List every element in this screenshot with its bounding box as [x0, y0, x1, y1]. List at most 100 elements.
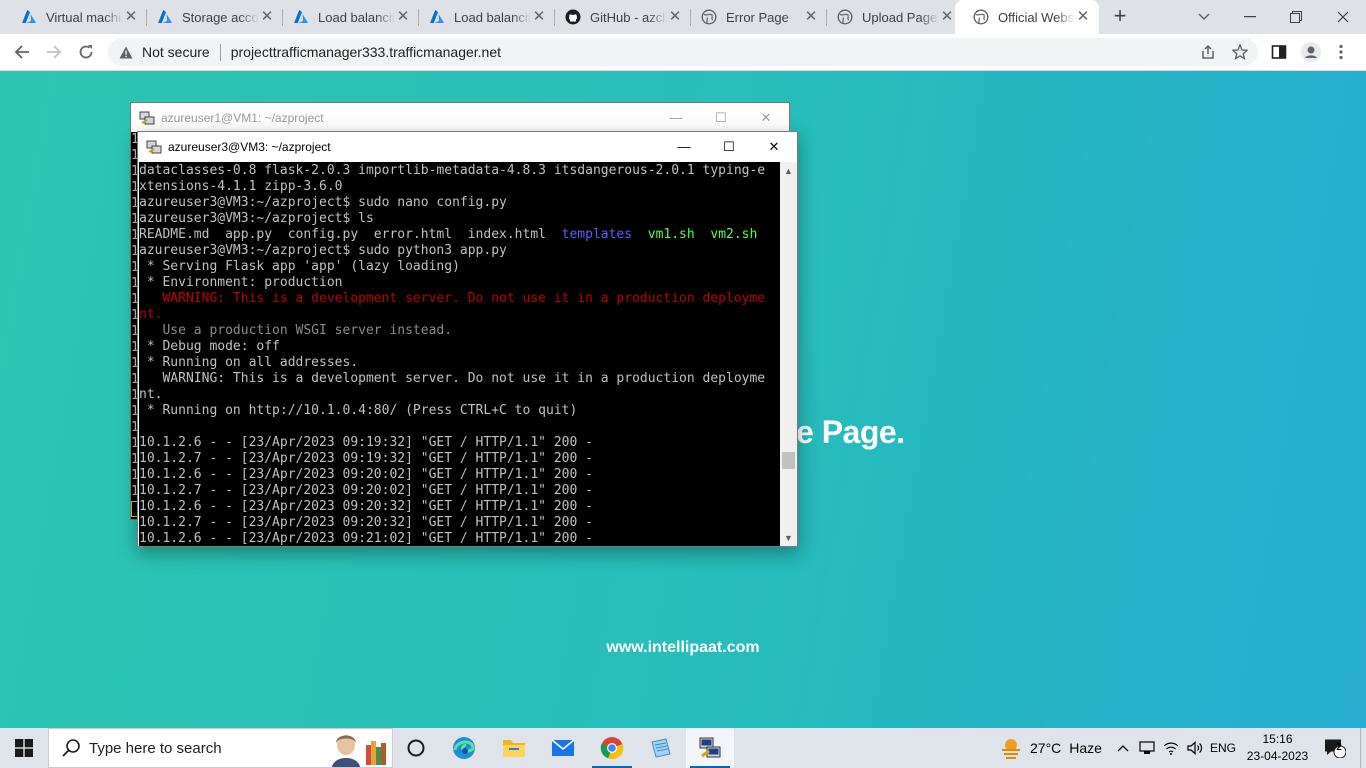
- url-text[interactable]: projecttrafficmanager333.trafficmanager.…: [231, 44, 501, 60]
- browser-tab[interactable]: Load balancing✕: [411, 0, 555, 34]
- taskbar-app-putty[interactable]: [686, 728, 734, 768]
- browser-tab[interactable]: Storage accounts✕: [139, 0, 283, 34]
- tab-title: Official Website: [998, 9, 1075, 25]
- azure-icon: [21, 9, 37, 25]
- browser-tab[interactable]: Load balancing✕: [275, 0, 419, 34]
- close-window-button[interactable]: [1320, 0, 1366, 34]
- wifi-icon[interactable]: [1160, 728, 1182, 768]
- browser-tab[interactable]: Virtual machines✕: [3, 0, 147, 34]
- clock-date: 23-04-2023: [1246, 749, 1309, 763]
- terminal-line: 10.1.2.7 - - [23/Apr/2023 09:20:02] "GET…: [139, 483, 780, 499]
- new-tab-button[interactable]: +: [1107, 4, 1133, 30]
- close-tab-icon[interactable]: ✕: [667, 9, 683, 25]
- system-clock[interactable]: 15:16 23-04-2023: [1240, 731, 1315, 765]
- weather-description: Haze: [1069, 740, 1102, 756]
- forward-button[interactable]: [40, 38, 68, 66]
- terminal-text: 10.1.2.7 - - [23/Apr/2023 09:20:02] "GET…: [139, 483, 593, 498]
- start-button[interactable]: [0, 728, 48, 768]
- tab-search-button[interactable]: [1181, 0, 1227, 34]
- close-tab-icon[interactable]: ✕: [803, 9, 819, 25]
- scrollbar-thumb[interactable]: [782, 452, 795, 470]
- browser-tab[interactable]: GitHub - azcloud✕: [547, 0, 691, 34]
- tab-title: GitHub - azcloud: [590, 9, 667, 25]
- close-tab-icon[interactable]: ✕: [259, 9, 275, 25]
- taskbar-app-task-view[interactable]: [392, 728, 440, 768]
- browser-tab[interactable]: Official Website✕: [955, 0, 1099, 34]
- scroll-down-arrow-icon[interactable]: ▼: [780, 529, 797, 546]
- minimize-button[interactable]: —: [661, 132, 707, 161]
- close-tab-icon[interactable]: ✕: [395, 9, 411, 25]
- minimize-button[interactable]: —: [653, 103, 699, 132]
- reload-button[interactable]: [72, 38, 100, 66]
- close-tab-icon[interactable]: ✕: [939, 9, 955, 25]
- notification-button[interactable]: 2: [1320, 728, 1350, 768]
- maximize-button[interactable]: ☐: [706, 132, 752, 161]
- taskbar-app-mail[interactable]: [539, 728, 587, 768]
- taskbar-app-notepad[interactable]: [637, 728, 685, 768]
- terminal-text: nt.: [139, 387, 163, 402]
- close-tab-icon[interactable]: ✕: [1075, 9, 1091, 25]
- weather-widget[interactable]: 27°C Haze: [1000, 728, 1102, 768]
- search-highlight-illustration-icon[interactable]: [326, 731, 390, 767]
- haze-icon: [1002, 739, 1020, 759]
- warning-icon[interactable]: [118, 44, 134, 60]
- terminal-line: nt.: [139, 307, 780, 323]
- scroll-up-arrow-icon[interactable]: ▲: [780, 162, 797, 179]
- network-adapter-icon[interactable]: [1136, 728, 1158, 768]
- terminal-text: 10.1.2.7 - - [23/Apr/2023 09:19:32] "GET…: [139, 451, 593, 466]
- terminal-line: * Running on all addresses.: [139, 355, 780, 371]
- close-tab-icon[interactable]: ✕: [123, 9, 139, 25]
- terminal-text: * Running on all addresses.: [139, 355, 359, 370]
- back-button[interactable]: [8, 38, 36, 66]
- azure-icon: [429, 9, 445, 25]
- taskbar-search[interactable]: Type here to search: [48, 728, 393, 768]
- terminal-text: 10.1.2.6 - - [23/Apr/2023 09:21:02] "GET…: [139, 531, 593, 546]
- profile-avatar[interactable]: [1297, 38, 1325, 66]
- footer-link[interactable]: www.intellipaat.com: [0, 639, 1366, 657]
- terminal-line: 10.1.2.6 - - [23/Apr/2023 09:21:02] "GET…: [139, 531, 780, 546]
- language-indicator[interactable]: ENG: [1208, 728, 1238, 768]
- chrome-icon: [600, 736, 624, 760]
- taskbar-app-edge[interactable]: [440, 728, 488, 768]
- show-desktop-button[interactable]: [1360, 728, 1366, 768]
- share-icon[interactable]: [1194, 38, 1222, 66]
- terminal-line: * Environment: production: [139, 275, 780, 291]
- kebab-menu-icon[interactable]: [1327, 38, 1355, 66]
- search-placeholder[interactable]: Type here to search: [89, 740, 222, 757]
- browser-tab[interactable]: Upload Page ✕: [819, 0, 963, 34]
- weather-temperature: 27°C: [1030, 740, 1062, 756]
- security-label[interactable]: Not secure: [142, 44, 210, 60]
- terminal-text: Use a production WSGI server instead.: [139, 323, 453, 338]
- globe-icon: [701, 9, 717, 25]
- search-icon: [62, 739, 80, 757]
- restore-button[interactable]: [1273, 0, 1319, 34]
- terminal-line: 10.1.2.6 - - [23/Apr/2023 09:19:32] "GET…: [139, 435, 780, 451]
- taskbar-app-file-explorer[interactable]: [490, 728, 538, 768]
- volume-icon[interactable]: [1184, 728, 1206, 768]
- github-icon: [565, 9, 581, 25]
- terminal-line: 10.1.2.6 - - [23/Apr/2023 09:20:32] "GET…: [139, 499, 780, 515]
- putty-window-vm3[interactable]: azureuser3@VM3: ~/azproject — ☐ ✕ datacl…: [137, 131, 798, 547]
- tab-title: Upload Page: [862, 9, 938, 25]
- browser-tab[interactable]: Error Page ✕: [683, 0, 827, 34]
- terminal-text: azureuser3@VM3:~/azproject$ ls: [139, 211, 374, 226]
- scrollbar[interactable]: ▲ ▼: [780, 162, 797, 546]
- close-button[interactable]: ✕: [751, 132, 797, 161]
- bookmark-star-icon[interactable]: [1226, 38, 1254, 66]
- terminal-text: nt.: [139, 307, 163, 322]
- close-tab-icon[interactable]: ✕: [531, 9, 547, 25]
- minimize-button[interactable]: [1227, 0, 1273, 34]
- chevron-up-icon[interactable]: [1112, 728, 1134, 768]
- side-panel-icon[interactable]: [1265, 38, 1293, 66]
- maximize-button[interactable]: ☐: [698, 103, 744, 132]
- notification-count: 2: [1336, 742, 1342, 753]
- page-heading: e Page.: [796, 414, 905, 450]
- close-button[interactable]: ✕: [743, 103, 789, 132]
- terminal-area[interactable]: dataclasses-0.8 flask-2.0.3 importlib-me…: [139, 162, 780, 546]
- terminal-text: * Running on http://10.1.0.4:80/ (Press …: [139, 403, 578, 418]
- address-bar[interactable]: Not secure projecttrafficmanager333.traf…: [108, 38, 1258, 66]
- putty-icon: [139, 111, 155, 124]
- globe-icon: [973, 9, 989, 25]
- terminal-line: 10.1.2.7 - - [23/Apr/2023 09:20:32] "GET…: [139, 515, 780, 531]
- taskbar-app-chrome[interactable]: [588, 728, 636, 768]
